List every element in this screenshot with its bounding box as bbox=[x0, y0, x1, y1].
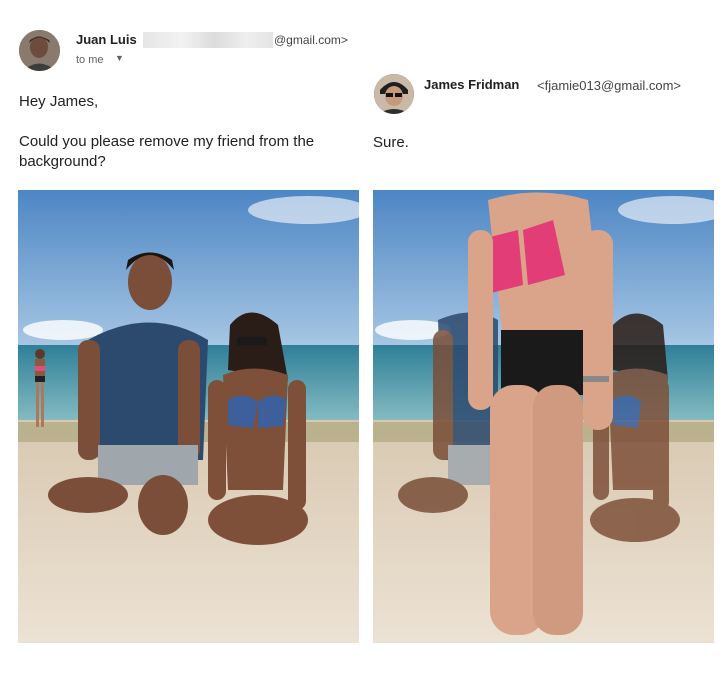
sender-name: Juan Luis bbox=[76, 32, 137, 47]
redacted-email-blur bbox=[143, 32, 273, 48]
sender-avatar-juan bbox=[19, 30, 60, 71]
original-beach-photo bbox=[18, 190, 359, 643]
email-greeting: Hey James, bbox=[19, 93, 99, 110]
edited-beach-photo bbox=[373, 190, 714, 643]
caret-down-icon[interactable]: ▼ bbox=[115, 53, 124, 63]
recipient-label[interactable]: to me bbox=[76, 54, 104, 66]
reply-sender-email: <fjamie013@gmail.com> bbox=[537, 78, 681, 93]
reply-message: Sure. bbox=[373, 134, 409, 151]
email-message: Could you please remove my friend from t… bbox=[19, 133, 315, 170]
sender-email-domain: @gmail.com> bbox=[274, 33, 348, 47]
sender-avatar-james bbox=[374, 74, 414, 114]
reply-sender-name: James Fridman bbox=[424, 77, 520, 92]
